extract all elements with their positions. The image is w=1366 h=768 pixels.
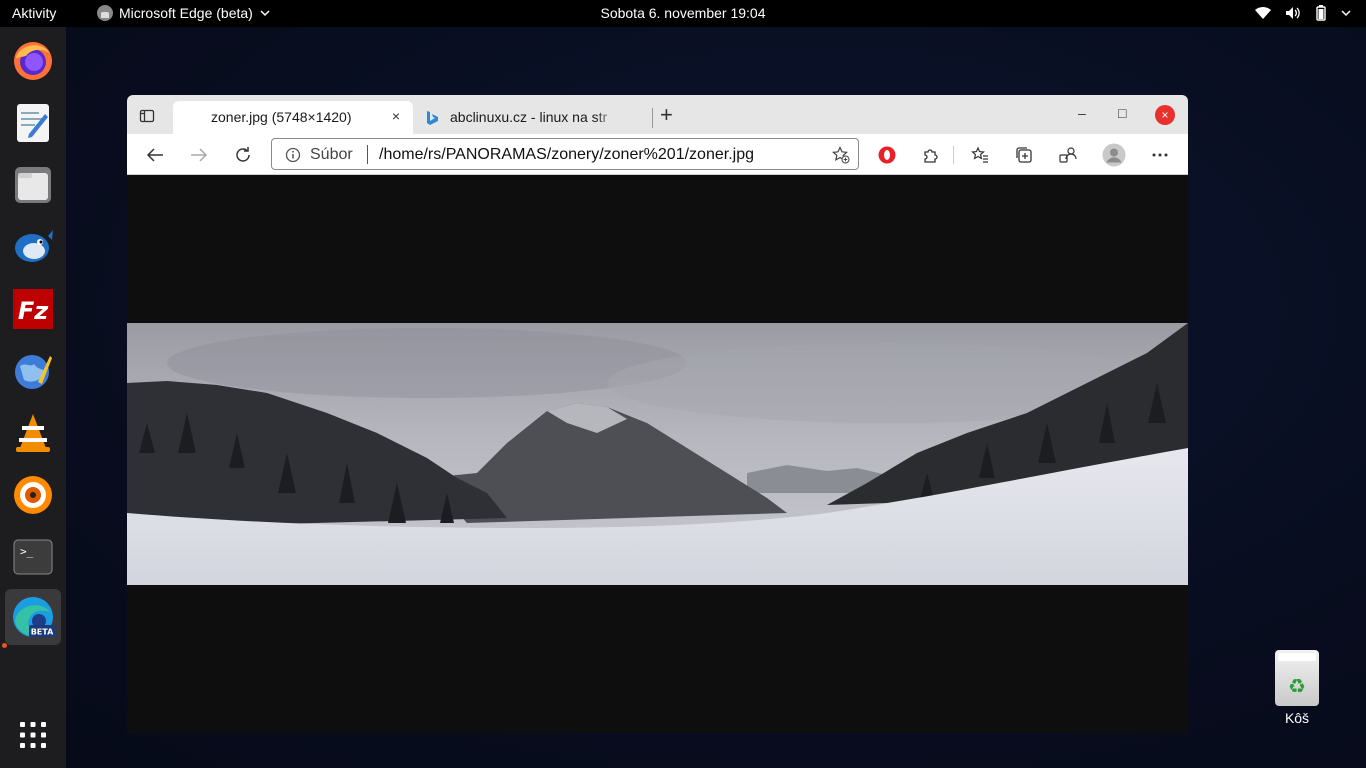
refresh-button[interactable] [232,144,254,166]
battery-icon[interactable] [1314,4,1328,22]
text-editor-icon [17,104,49,142]
trash-icon: ♻ [1275,650,1319,706]
svg-text:>_: >_ [20,545,34,558]
extensions-icon [924,149,938,163]
dock-item-edge-beta[interactable]: BETA [5,589,61,645]
info-icon[interactable] [285,147,301,163]
app-grid-icon [20,722,46,748]
back-icon [146,148,163,162]
edge-window: zoner.jpg (5748×1420) × abclinuxu.cz - l… [127,95,1188,733]
tab-title: abclinuxu.cz - linux na str [450,109,608,125]
dock-item-terminal[interactable]: >_ [5,529,61,585]
page-viewport [127,175,1188,733]
xnview-icon [14,476,52,514]
panorama-image[interactable] [127,323,1188,585]
filezilla-icon: Fz [13,289,53,329]
forward-button[interactable] [188,144,210,166]
tab-divider [652,108,653,128]
dock-item-xnview[interactable] [5,467,61,523]
favorites-button[interactable] [969,144,991,166]
clock[interactable]: Sobota 6. november 19:04 [600,5,765,21]
svg-text:BETA: BETA [31,628,54,637]
address-bar[interactable]: Súbor /home/rs/PANORAMAS/zonery/zoner%20… [271,138,859,170]
address-divider [367,145,368,164]
activities-button[interactable]: Aktivity [12,5,56,21]
trash-label: Kôš [1284,710,1310,726]
files-icon [15,167,51,203]
profile-switch-icon [1059,147,1077,163]
dock-item-filezilla[interactable]: Fz [5,281,61,337]
toolbar-divider [953,146,954,164]
volume-icon[interactable] [1284,5,1302,21]
opera-vpn-icon [878,146,896,164]
firefox-icon [14,42,52,80]
avatar-icon [1102,143,1126,167]
tab-zoner[interactable]: zoner.jpg (5748×1420) × [173,101,413,134]
globe-icon [15,355,52,389]
dock-item-files[interactable] [5,157,61,213]
dock: Fz >_ BETA [0,27,66,768]
app-menu[interactable]: Microsoft Edge (beta) [97,5,271,21]
profile-button[interactable] [1102,143,1126,167]
vlc-icon [16,414,50,452]
tab-close-button[interactable]: × [387,108,405,124]
more-icon [1152,153,1168,157]
terminal-icon: >_ [13,539,53,575]
running-indicator [2,643,7,648]
address-url[interactable]: /home/rs/PANORAMAS/zonery/zoner%201/zone… [379,146,754,164]
dock-item-text-editor[interactable] [5,95,61,151]
collections-icon [1016,147,1032,163]
dock-item-thunderbird[interactable] [5,219,61,275]
wifi-icon[interactable] [1254,5,1272,21]
app-menu-label: Microsoft Edge (beta) [119,5,253,21]
tab-abclinuxu[interactable]: abclinuxu.cz - linux na str [421,101,653,134]
dock-item-kompozer[interactable] [5,343,61,399]
collections-button[interactable] [1013,144,1035,166]
address-scheme-label: Súbor [310,146,353,163]
forward-icon [191,148,208,162]
bing-icon [427,111,438,125]
top-bar: Aktivity Microsoft Edge (beta) Sobota 6.… [0,0,1366,27]
dock-item-vlc[interactable] [5,405,61,461]
maximize-button[interactable]: □ [1118,105,1126,121]
thunderbird-icon [15,230,53,262]
profile-switch-button[interactable] [1057,144,1079,166]
refresh-icon [236,147,250,162]
minimize-button[interactable]: – [1078,105,1086,121]
extensions-button[interactable] [920,144,942,166]
svg-text:Fz: Fz [18,297,49,325]
more-button[interactable] [1149,144,1171,166]
recycle-icon: ♻ [1288,676,1306,698]
navigation-toolbar: Súbor /home/rs/PANORAMAS/zonery/zoner%20… [127,134,1188,175]
tab-actions-icon [139,109,155,123]
back-button[interactable] [144,144,166,166]
new-tab-button[interactable]: + [660,104,673,126]
tab-actions-button[interactable] [139,108,155,129]
tab-strip: zoner.jpg (5748×1420) × abclinuxu.cz - l… [127,95,1188,134]
edge-beta-icon: BETA [13,597,55,637]
favorites-icon [971,146,988,163]
close-window-button[interactable]: × [1155,105,1175,125]
add-favorite-icon[interactable] [832,146,850,164]
system-tray[interactable] [1254,4,1352,22]
opera-vpn-button[interactable] [876,144,898,166]
trash-desktop-icon[interactable]: ♻ Kôš [1268,650,1326,726]
dock-item-show-apps[interactable] [5,707,61,763]
tab-title: zoner.jpg (5748×1420) [211,109,352,125]
chevron-down-icon [260,10,270,17]
dock-item-firefox[interactable] [5,33,61,89]
chevron-down-icon[interactable] [1340,7,1352,19]
edge-app-icon [97,5,113,21]
